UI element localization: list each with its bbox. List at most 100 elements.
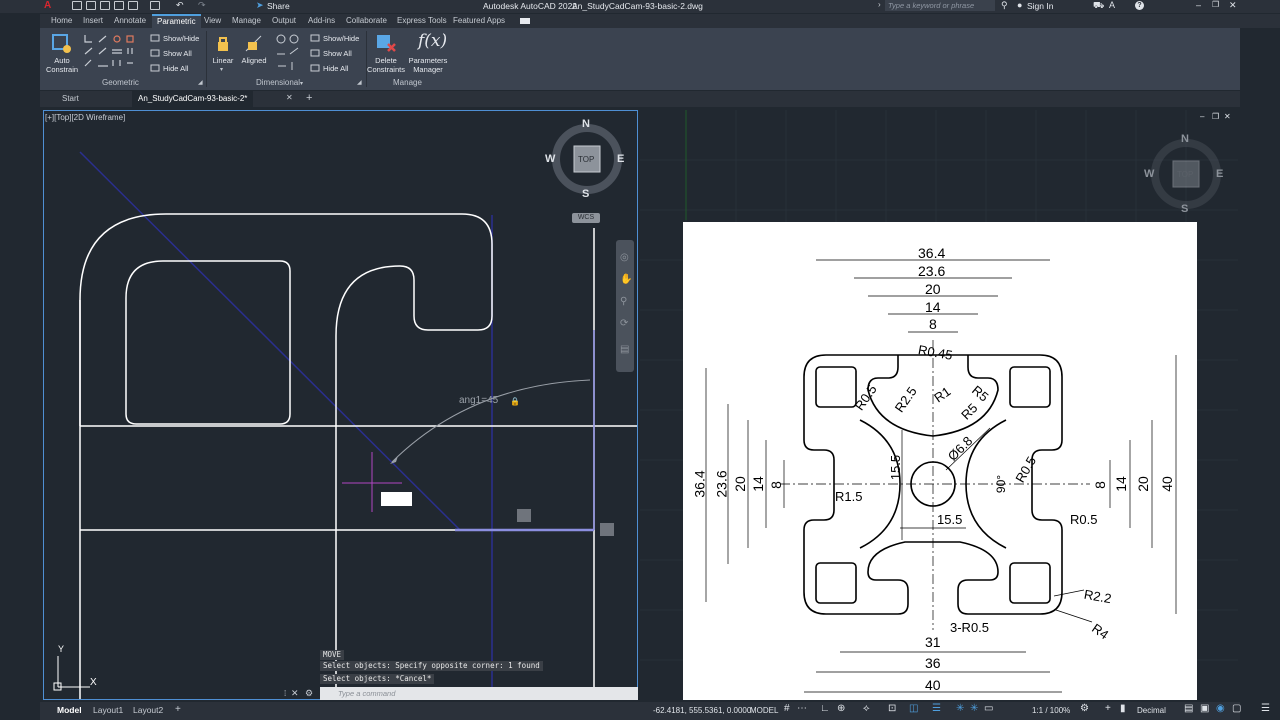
aligned-button[interactable]: Aligned bbox=[239, 56, 269, 65]
qat-saveas-icon[interactable] bbox=[114, 1, 124, 10]
dim-show-hide-button[interactable]: Show/Hide bbox=[323, 34, 359, 43]
viewcube-right-top-face[interactable]: TOP bbox=[1177, 170, 1193, 179]
grid-icon[interactable]: # bbox=[784, 703, 790, 714]
tab-featured-apps[interactable]: Featured Apps bbox=[450, 14, 508, 28]
lineweight-icon[interactable]: ☰ bbox=[932, 703, 941, 714]
annotation-scale[interactable]: 1:1 / 100% bbox=[1032, 702, 1070, 719]
geo-show-all-button[interactable]: Show All bbox=[163, 49, 192, 58]
ortho-icon[interactable]: ∟ bbox=[820, 703, 830, 714]
customize-icon[interactable]: ☰ bbox=[1261, 703, 1270, 714]
cmd-close-icon[interactable]: ✕ bbox=[291, 688, 299, 699]
coordinates-display[interactable]: -62.4181, 555.5361, 0.0000 bbox=[653, 702, 751, 719]
dim-hide-all-icon[interactable] bbox=[310, 64, 320, 72]
tab-layout2[interactable]: Layout2 bbox=[128, 702, 168, 719]
help-icon[interactable]: ? bbox=[1135, 1, 1144, 10]
auto-constrain-icon[interactable] bbox=[50, 32, 74, 54]
tab-addins[interactable]: Add-ins bbox=[305, 14, 338, 28]
search-input[interactable]: Type a keyword or phrase bbox=[885, 0, 995, 11]
delete-constraints-icon[interactable] bbox=[374, 32, 398, 54]
tab-annotate[interactable]: Annotate bbox=[111, 14, 149, 28]
viewport-controls-label[interactable]: [+][Top][2D Wireframe] bbox=[45, 113, 125, 122]
geo-hide-all-button[interactable]: Hide All bbox=[163, 64, 188, 73]
tab-start[interactable]: Start bbox=[56, 91, 85, 107]
snap-icon[interactable]: ⋯ bbox=[797, 703, 807, 714]
zoom-icon[interactable]: ⚲ bbox=[620, 296, 627, 307]
app-logo-icon[interactable]: A bbox=[44, 0, 51, 12]
fx-icon[interactable]: f(x) bbox=[418, 31, 447, 51]
tab-collaborate[interactable]: Collaborate bbox=[343, 14, 390, 28]
search-arrow-icon[interactable]: › bbox=[878, 0, 881, 9]
add-icon[interactable]: + bbox=[1105, 703, 1111, 714]
osnap-icon[interactable]: ⊡ bbox=[888, 703, 896, 714]
share-icon[interactable]: ➤ bbox=[256, 0, 264, 11]
tab-output[interactable]: Output bbox=[269, 14, 299, 28]
clean-screen-icon[interactable]: ▢ bbox=[1232, 703, 1241, 714]
geo-show-hide-button[interactable]: Show/Hide bbox=[163, 34, 199, 43]
viewcube-right-w[interactable]: W bbox=[1144, 168, 1154, 180]
user-icon[interactable]: ● bbox=[1017, 0, 1022, 10]
add-layout-icon[interactable]: + bbox=[175, 704, 181, 715]
viewcube-e[interactable]: E bbox=[617, 153, 624, 165]
qat-web-icon[interactable] bbox=[128, 1, 138, 10]
linear-button[interactable]: Linear bbox=[210, 56, 236, 65]
ribbon-toggle-icon[interactable] bbox=[520, 18, 530, 24]
tab-model[interactable]: Model bbox=[52, 702, 87, 719]
graphics-icon[interactable]: ◉ bbox=[1216, 703, 1225, 714]
parameters-manager-button[interactable]: Parameters Manager bbox=[406, 56, 450, 74]
add-tab-icon[interactable]: + bbox=[306, 92, 312, 104]
viewcube-right-s[interactable]: S bbox=[1181, 203, 1188, 215]
close-tab-icon[interactable]: ✕ bbox=[286, 93, 293, 102]
restore-icon[interactable]: ❐ bbox=[1212, 0, 1219, 9]
viewcube-right-n[interactable]: N bbox=[1181, 133, 1189, 145]
tab-layout1[interactable]: Layout1 bbox=[88, 702, 128, 719]
cmd-customize-icon[interactable]: ⚙ bbox=[305, 688, 313, 699]
dynamic-ucs-icon[interactable]: ◫ bbox=[909, 703, 918, 714]
minimize-icon[interactable]: – bbox=[1196, 0, 1201, 10]
viewport-restore-icon[interactable]: ❐ bbox=[1212, 112, 1219, 121]
dimensional-dropdown-icon[interactable]: ▾ bbox=[300, 80, 303, 87]
tab-view[interactable]: View bbox=[201, 14, 224, 28]
nav-wheel-icon[interactable]: ◎ bbox=[620, 252, 629, 263]
search-icon[interactable]: ⚲ bbox=[1001, 0, 1008, 11]
undo-icon[interactable]: ↶ bbox=[176, 0, 184, 11]
viewcube-w[interactable]: W bbox=[545, 153, 555, 165]
viewport-close-icon[interactable]: ✕ bbox=[1224, 112, 1231, 121]
viewcube-top-face[interactable]: TOP bbox=[578, 155, 594, 164]
polar-icon[interactable]: ⊕ bbox=[837, 703, 845, 714]
geo-hide-all-icon[interactable] bbox=[150, 64, 160, 72]
linear-dim-icon[interactable] bbox=[213, 34, 233, 54]
annotation-icon[interactable]: ✳ bbox=[956, 703, 964, 714]
close-icon[interactable]: ✕ bbox=[1229, 0, 1237, 11]
viewcube-n[interactable]: N bbox=[582, 118, 590, 130]
viewcube-s[interactable]: S bbox=[582, 188, 589, 200]
viewcube-right-e[interactable]: E bbox=[1216, 168, 1223, 180]
qat-new-icon[interactable] bbox=[72, 1, 82, 10]
tab-express-tools[interactable]: Express Tools bbox=[394, 14, 450, 28]
linear-dropdown-icon[interactable]: ▾ bbox=[220, 66, 223, 73]
tab-home[interactable]: Home bbox=[48, 14, 75, 28]
units-display[interactable]: Decimal bbox=[1137, 702, 1166, 719]
wcs-menu[interactable]: WCS bbox=[572, 213, 600, 223]
autodesk-a360-icon[interactable]: A bbox=[1109, 0, 1115, 10]
qat-open-icon[interactable] bbox=[86, 1, 96, 10]
delete-constraints-button[interactable]: Delete Constraints bbox=[364, 56, 408, 74]
showmotion-icon[interactable]: ▤ bbox=[620, 344, 629, 355]
orbit-icon[interactable]: ⟳ bbox=[620, 318, 628, 329]
share-button[interactable]: Share bbox=[267, 0, 290, 12]
tab-insert[interactable]: Insert bbox=[80, 14, 106, 28]
aligned-dim-icon[interactable] bbox=[243, 32, 265, 54]
dimensional-constraint-icons[interactable] bbox=[274, 32, 302, 76]
units-icon[interactable]: ▮ bbox=[1120, 703, 1126, 714]
isodraft-icon[interactable]: ⟡ bbox=[863, 703, 870, 714]
qat-save-icon[interactable] bbox=[100, 1, 110, 10]
viewport-minimize-icon[interactable]: – bbox=[1200, 112, 1204, 121]
geo-show-all-icon[interactable] bbox=[150, 49, 160, 57]
quick-properties-icon[interactable]: ▤ bbox=[1184, 703, 1193, 714]
qat-plot-icon[interactable] bbox=[150, 1, 160, 10]
model-space-toggle[interactable]: MODEL bbox=[750, 702, 778, 719]
tab-manage[interactable]: Manage bbox=[229, 14, 264, 28]
cart-icon[interactable]: ⛟ bbox=[1093, 0, 1104, 12]
command-input[interactable]: Type a command bbox=[320, 687, 638, 700]
cmd-drag-icon[interactable]: ⁞ bbox=[284, 689, 286, 698]
dim-show-all-icon[interactable] bbox=[310, 49, 320, 57]
